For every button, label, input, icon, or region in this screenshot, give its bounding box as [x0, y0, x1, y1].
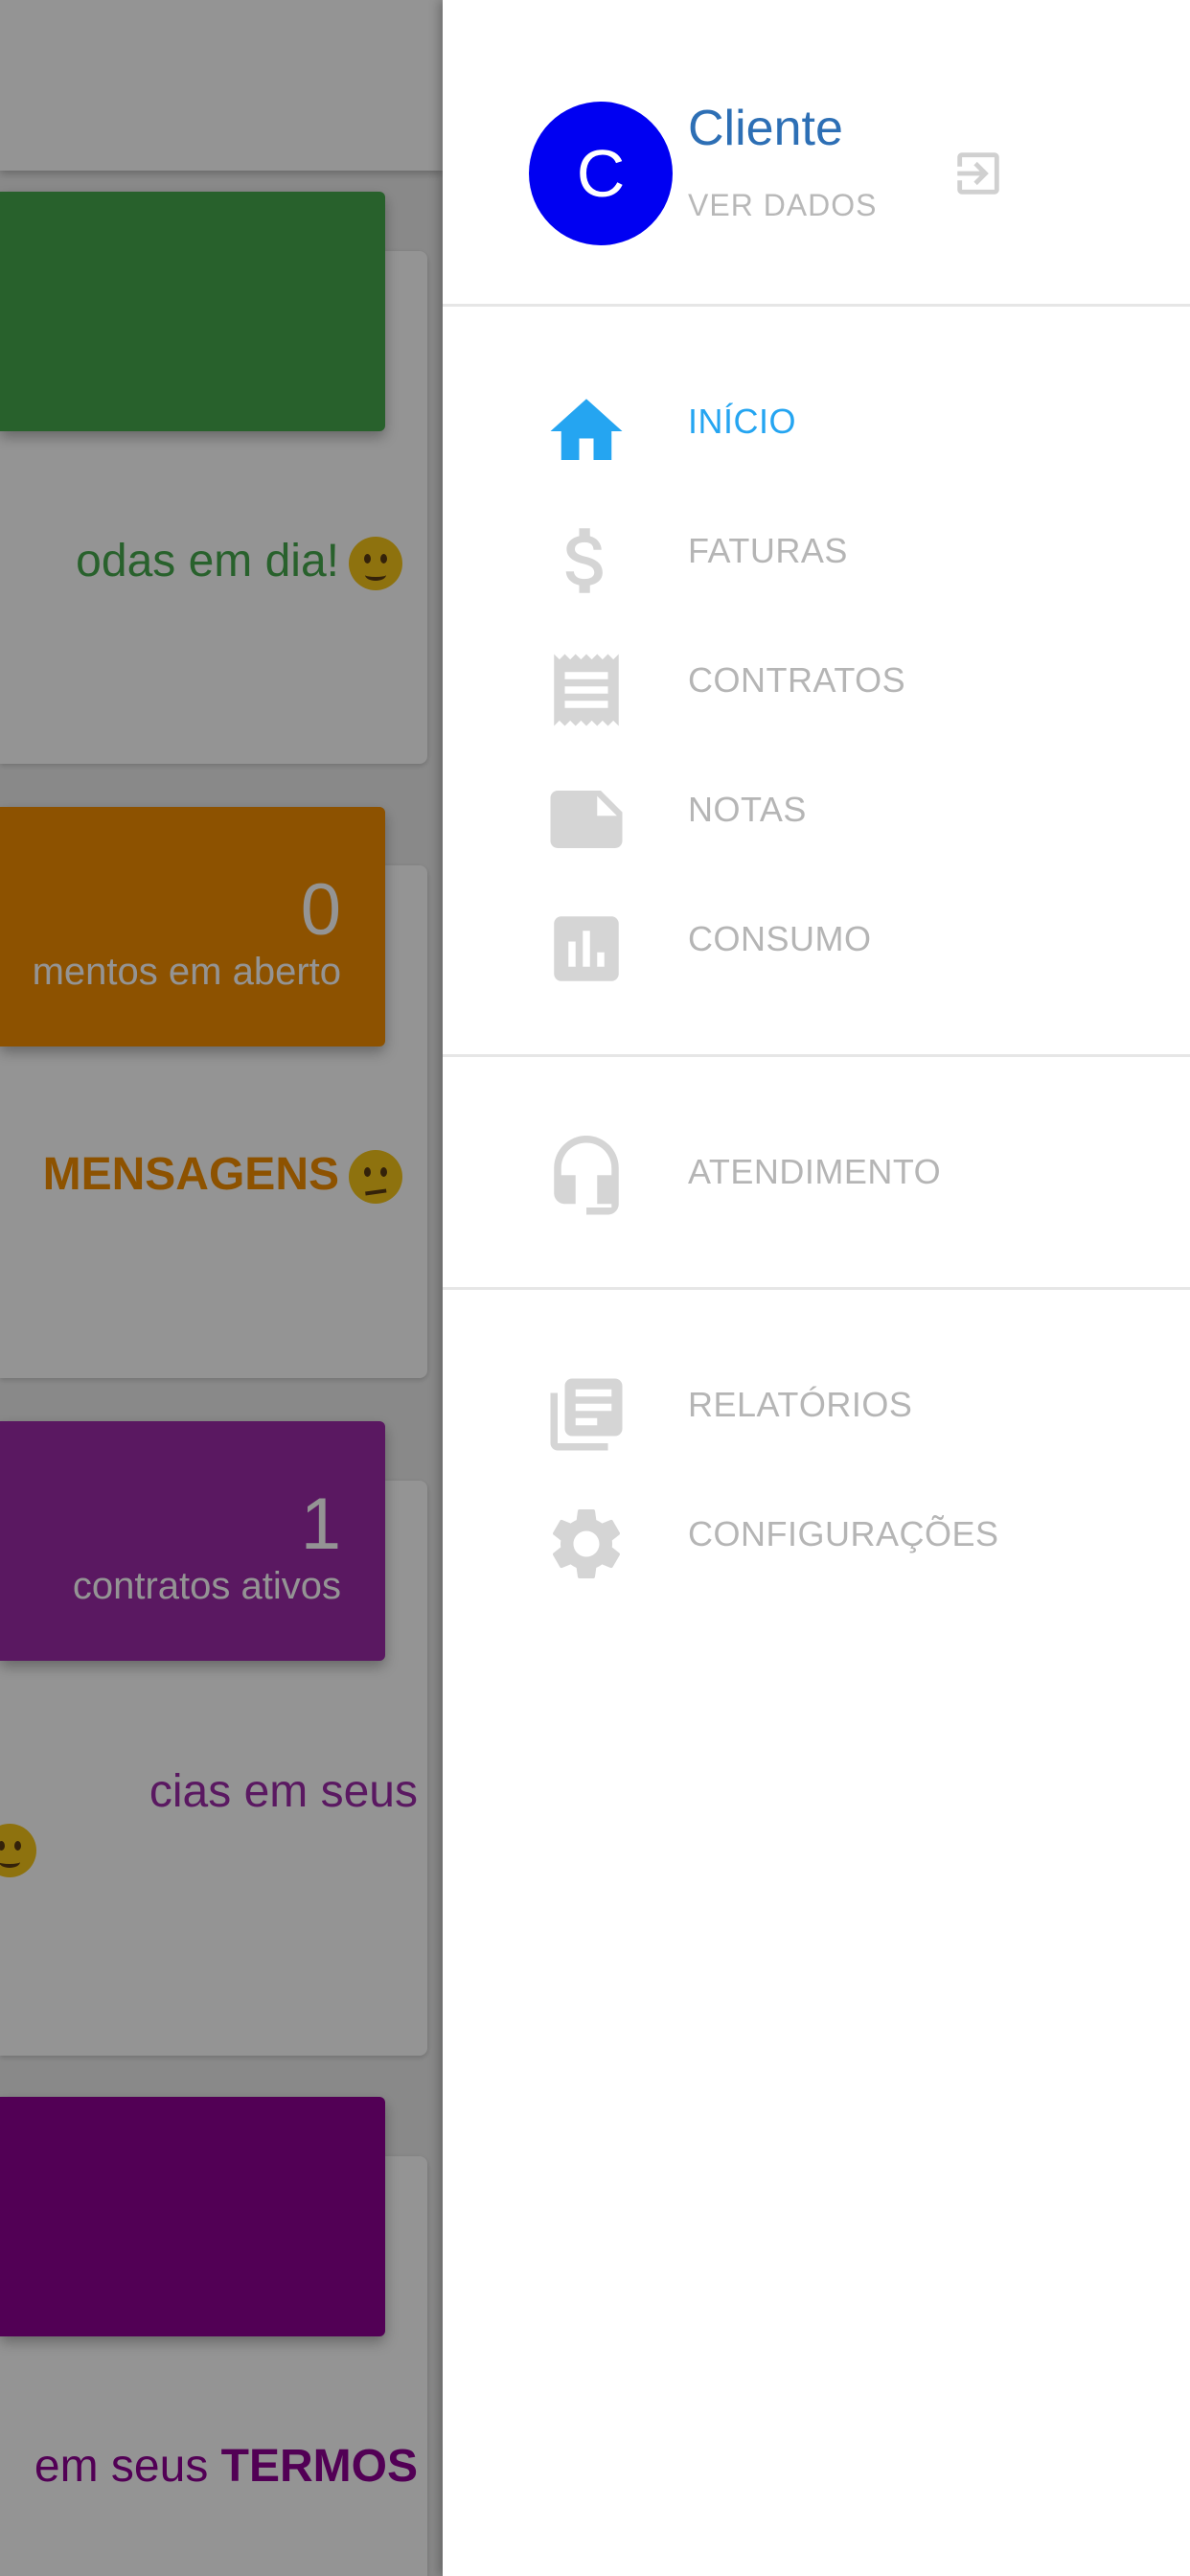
- home-icon: [543, 388, 629, 474]
- menu-item-consumo[interactable]: CONSUMO: [443, 885, 1190, 990]
- menu-item-configuracoes[interactable]: CONFIGURAÇÕES: [443, 1480, 1190, 1585]
- dollar-icon: [543, 518, 629, 604]
- avatar[interactable]: C: [529, 102, 673, 245]
- menu-item-inicio[interactable]: INÍCIO: [443, 367, 1190, 472]
- receipt-icon: [543, 647, 629, 733]
- drawer-scrim[interactable]: [0, 0, 443, 2576]
- chart-icon: [543, 906, 629, 992]
- reports-icon: [543, 1371, 629, 1458]
- user-name: Cliente: [688, 101, 843, 156]
- note-icon: [543, 776, 629, 862]
- headset-icon: [543, 1131, 629, 1217]
- divider: [443, 304, 1190, 307]
- menu-item-contratos[interactable]: CONTRATOS: [443, 626, 1190, 731]
- divider: [443, 1287, 1190, 1290]
- menu-item-atendimento[interactable]: ATENDIMENTO: [443, 1117, 1190, 1223]
- logout-icon[interactable]: [950, 146, 1006, 201]
- view-data-link[interactable]: VER DADOS: [688, 188, 877, 223]
- menu-item-faturas[interactable]: FATURAS: [443, 496, 1190, 602]
- menu-item-notas[interactable]: NOTAS: [443, 755, 1190, 861]
- menu-item-relatorios[interactable]: RELATÓRIOS: [443, 1350, 1190, 1456]
- divider: [443, 1054, 1190, 1057]
- dashboard-background: odas em dia! 0 mentos em aberto MENSAGEN…: [0, 0, 443, 2576]
- gear-icon: [543, 1501, 629, 1587]
- navigation-drawer: C Cliente VER DADOS INÍCIO FATURAS CONTR…: [443, 0, 1190, 2576]
